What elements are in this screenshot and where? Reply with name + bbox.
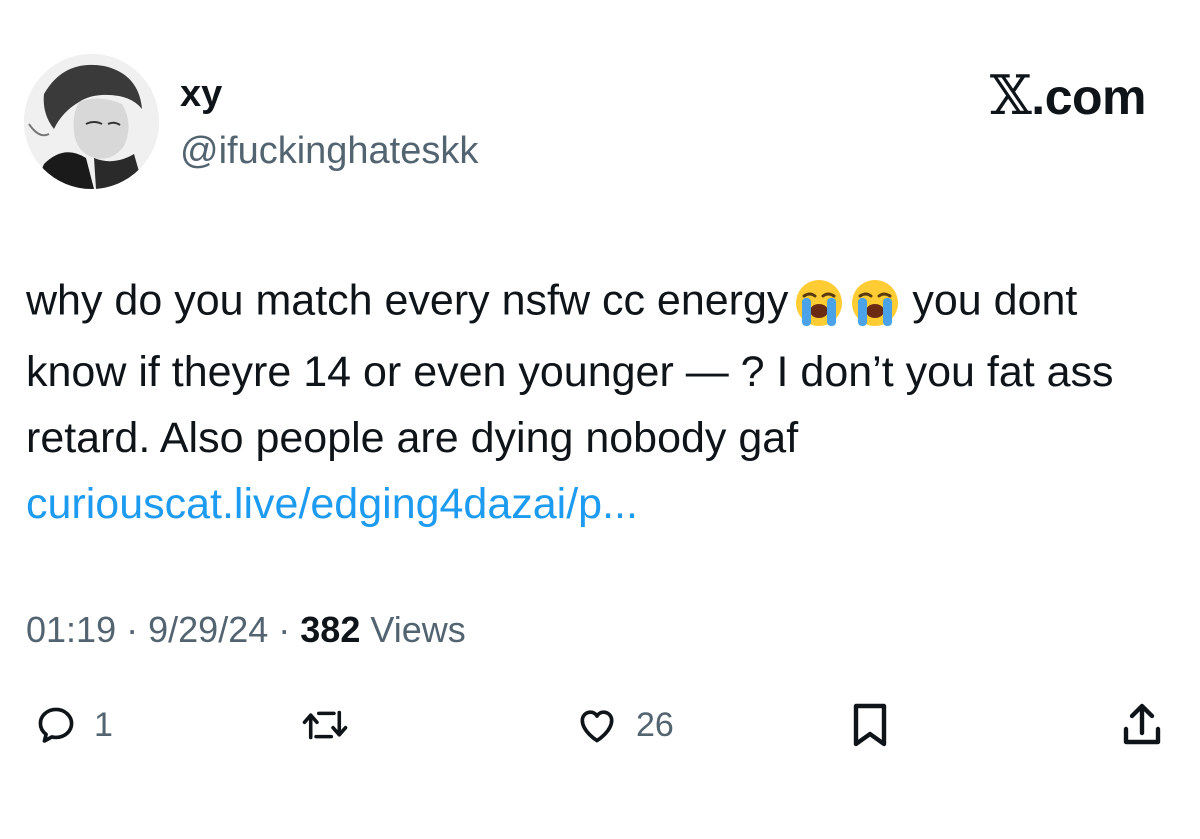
user-handle[interactable]: @ifuckinghateskk xyxy=(180,128,478,174)
bookmark-icon xyxy=(853,703,887,747)
loudly-crying-face-icon xyxy=(796,279,843,326)
tweet-text: why do you match every nsfw cc energy yo… xyxy=(26,267,1166,537)
display-name[interactable]: xy xyxy=(180,72,222,116)
tweet-time: 01:19 xyxy=(26,609,117,650)
reply-count: 1 xyxy=(94,705,113,744)
bookmark-button[interactable] xyxy=(850,695,890,755)
views-label: Views xyxy=(370,609,466,650)
tweet-date: 9/29/24 xyxy=(148,609,269,650)
views-count: 382 xyxy=(300,609,361,650)
avatar-image xyxy=(24,54,159,189)
action-bar: 1 26 xyxy=(0,695,1200,755)
share-icon xyxy=(1123,703,1161,745)
like-count: 26 xyxy=(636,705,674,744)
emoji-group xyxy=(794,267,906,333)
meta-separator: · xyxy=(278,609,291,650)
reply-icon xyxy=(38,707,74,743)
loudly-crying-face-icon xyxy=(852,279,899,326)
tweet-link[interactable]: curiouscat.live/edging4dazai/p... xyxy=(26,480,638,528)
x-logo-icon: 𝕏 xyxy=(989,64,1032,127)
avatar[interactable] xyxy=(24,54,159,189)
retweet-icon xyxy=(302,710,348,740)
meta-separator: · xyxy=(126,609,139,650)
reply-button[interactable]: 1 xyxy=(34,695,113,755)
brand-suffix: .com xyxy=(1031,69,1146,125)
retweet-button[interactable] xyxy=(300,695,366,755)
like-button[interactable]: 26 xyxy=(574,695,674,755)
share-button[interactable] xyxy=(1120,695,1164,755)
like-icon xyxy=(580,710,614,743)
brand-logo: 𝕏.com xyxy=(990,68,1147,126)
tweet-meta: 01:19 · 9/29/24 · 382 Views xyxy=(26,606,466,654)
tweet-text-before-emoji: why do you match every nsfw cc energy xyxy=(26,276,789,325)
